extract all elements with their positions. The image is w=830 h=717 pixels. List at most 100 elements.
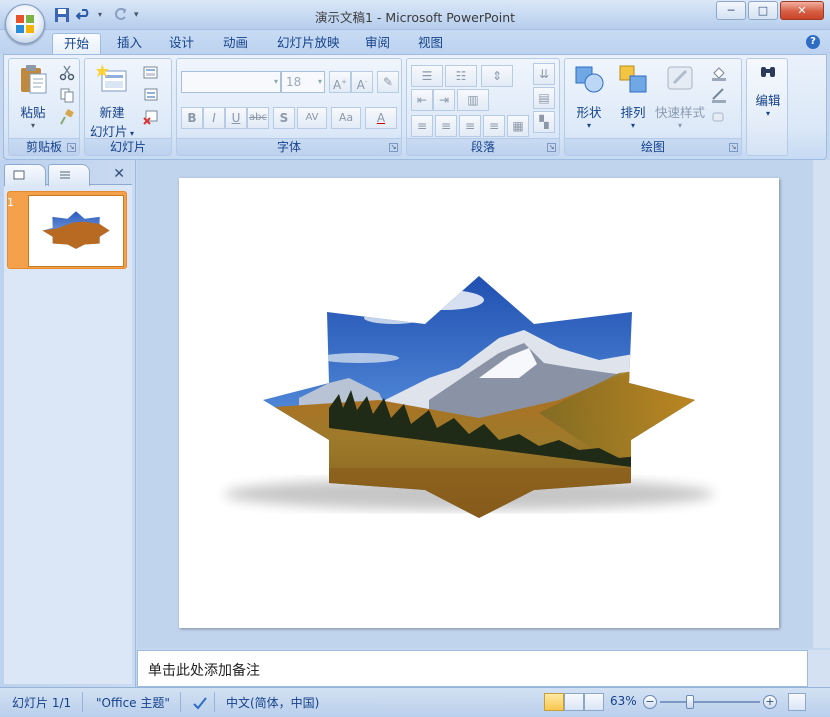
tab-home[interactable]: 开始 [52, 33, 102, 54]
numbering-icon[interactable]: ☷ [445, 65, 477, 87]
new-slide-button[interactable]: 新建 幻灯片 ▾ [87, 63, 137, 140]
star-picture[interactable] [179, 178, 779, 628]
font-group: ▾ 18 ▾ A+ A- ✎ B I U abc S AV Aa A 字体 ↘ [176, 58, 402, 156]
paste-label: 粘贴 [20, 105, 46, 120]
zoom-in-button[interactable]: + [763, 695, 777, 709]
spell-check-icon[interactable] [192, 695, 208, 711]
arrange-button[interactable]: 排列 ▾ [611, 63, 655, 130]
find-icon [761, 67, 775, 77]
copy-icon[interactable] [59, 87, 75, 103]
tab-insert[interactable]: 插入 [106, 33, 153, 54]
thumbnail-picture [42, 211, 110, 249]
cut-icon[interactable] [59, 65, 75, 81]
tab-design[interactable]: 设计 [158, 33, 205, 54]
fit-to-window-button[interactable] [788, 693, 806, 711]
editing-label: 编辑 [755, 93, 781, 108]
tab-slides[interactable] [4, 164, 46, 186]
paragraph-launcher-icon[interactable]: ↘ [547, 143, 556, 152]
shrink-font-button[interactable]: A- [351, 71, 373, 93]
columns-icon[interactable]: ▥ [457, 89, 489, 111]
reset-slide-icon[interactable] [143, 87, 159, 103]
drawing-group-label: 绘图 [565, 138, 741, 155]
help-icon[interactable]: ? [806, 35, 820, 49]
language-status[interactable]: 中文(简体，中国) [226, 694, 319, 711]
slides-group-label: 幻灯片 [85, 138, 171, 155]
zoom-slider-track[interactable] [660, 701, 760, 703]
slides-panel: ✕ 1 [0, 160, 136, 687]
normal-view-button[interactable] [544, 693, 564, 711]
window-title: 演示文稿1 - Microsoft PowerPoint [314, 10, 516, 25]
font-group-label: 字体 [177, 138, 401, 155]
zoom-level[interactable]: 63% [610, 694, 637, 708]
format-painter-icon[interactable] [59, 109, 75, 125]
panel-close-icon[interactable]: ✕ [113, 166, 125, 182]
minimize-button[interactable]: ─ [716, 1, 746, 20]
justify-icon[interactable]: ≡ [483, 115, 505, 137]
close-button[interactable]: ✕ [780, 1, 824, 20]
align-right-icon[interactable]: ≡ [459, 115, 481, 137]
vertical-scrollbar[interactable] [813, 160, 830, 648]
maximize-button[interactable]: □ [748, 1, 778, 20]
change-case-button[interactable]: Aa [331, 107, 361, 129]
bullets-icon[interactable]: ☰ [411, 65, 443, 87]
italic-button[interactable]: I [203, 107, 225, 129]
clipboard-launcher-icon[interactable]: ↘ [67, 143, 76, 152]
font-name-combo[interactable]: ▾ [181, 71, 281, 93]
char-spacing-button[interactable]: AV [297, 107, 327, 129]
clipboard-group: 粘贴 ▾ 剪贴板 ↘ [8, 58, 80, 156]
clear-formatting-button[interactable]: ✎ [377, 71, 399, 93]
grow-font-button[interactable]: A+ [329, 71, 351, 93]
title-bar: ▾ ▾ 演示文稿1 - Microsoft PowerPoint ─ □ ✕ [0, 0, 830, 44]
paste-icon [21, 65, 47, 94]
layout-icon[interactable] [143, 65, 159, 81]
shape-outline-icon[interactable] [711, 87, 727, 103]
slide-number: 1 [7, 196, 14, 209]
tab-view[interactable]: 视图 [407, 33, 454, 54]
zoom-out-button[interactable]: − [643, 695, 657, 709]
line-spacing-icon[interactable]: ⇕ [481, 65, 513, 87]
notes-scrollbar[interactable] [808, 650, 830, 687]
slide-canvas[interactable] [179, 178, 779, 628]
outline-tab-icon [60, 171, 70, 179]
align-left-icon[interactable]: ≡ [411, 115, 433, 137]
zoom-slider-thumb[interactable] [686, 695, 694, 709]
text-shadow-button[interactable]: S [273, 107, 295, 129]
smartart-icon[interactable]: ▚ [533, 111, 555, 133]
drawing-launcher-icon[interactable]: ↘ [729, 143, 738, 152]
quick-styles-icon [667, 66, 693, 90]
bold-button[interactable]: B [181, 107, 203, 129]
slideshow-view-button[interactable] [584, 693, 604, 711]
align-text-icon[interactable]: ▤ [533, 87, 555, 109]
notes-pane[interactable]: 单击此处添加备注 [137, 650, 808, 687]
slides-tab-icon [13, 170, 25, 180]
shape-effects-icon[interactable] [711, 109, 727, 125]
increase-indent-icon[interactable]: ⇥ [433, 89, 455, 111]
distributed-icon[interactable]: ▦ [507, 115, 529, 137]
new-slide-label-2: 幻灯片 [89, 124, 128, 139]
font-color-button[interactable]: A [365, 107, 397, 129]
quick-styles-label: 快速样式 [654, 105, 705, 120]
office-button[interactable] [5, 4, 45, 44]
shape-fill-icon[interactable] [711, 65, 727, 81]
text-direction-icon[interactable]: ⇊ [533, 63, 555, 85]
font-size-combo[interactable]: 18 ▾ [281, 71, 325, 93]
decrease-indent-icon[interactable]: ⇤ [411, 89, 433, 111]
underline-button[interactable]: U [225, 107, 247, 129]
slide-sorter-button[interactable] [564, 693, 584, 711]
arrange-icon [619, 65, 647, 93]
tab-outline[interactable] [48, 164, 90, 186]
font-launcher-icon[interactable]: ↘ [389, 143, 398, 152]
shapes-button[interactable]: 形状 ▾ [567, 63, 611, 130]
paste-button[interactable]: 粘贴 ▾ [13, 63, 53, 130]
editing-button[interactable]: 编辑 ▾ [748, 63, 788, 118]
strikethrough-button[interactable]: abc [247, 107, 269, 129]
tab-animations[interactable]: 动画 [212, 33, 259, 54]
notes-placeholder: 单击此处添加备注 [148, 663, 260, 679]
slides-group: 新建 幻灯片 ▾ 幻灯片 [84, 58, 172, 156]
delete-slide-icon[interactable] [143, 109, 159, 125]
quick-styles-button[interactable]: 快速样式 ▾ [653, 63, 707, 130]
tab-review[interactable]: 审阅 [354, 33, 401, 54]
tab-slideshow[interactable]: 幻灯片放映 [266, 33, 351, 54]
align-center-icon[interactable]: ≡ [435, 115, 457, 137]
slide-thumbnail-1[interactable] [7, 191, 127, 269]
